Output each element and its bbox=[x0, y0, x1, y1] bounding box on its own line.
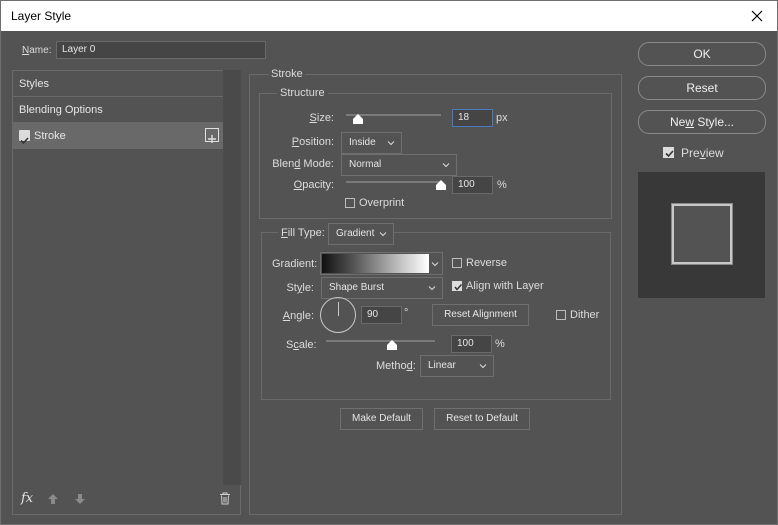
chevron-down-icon bbox=[431, 262, 439, 267]
reset-to-default-button[interactable]: Reset to Default bbox=[434, 408, 530, 430]
preview-checkbox[interactable] bbox=[663, 147, 674, 158]
size-input[interactable]: 18 bbox=[452, 109, 493, 127]
gradient-picker[interactable] bbox=[320, 252, 443, 275]
move-up-icon[interactable] bbox=[47, 493, 59, 505]
opacity-input[interactable]: 100 bbox=[452, 176, 493, 194]
reset-button[interactable]: Reset bbox=[638, 76, 766, 100]
new-style-button[interactable]: New Style... bbox=[638, 110, 766, 134]
angle-unit: ° bbox=[404, 307, 409, 319]
title-bar: Layer Style bbox=[0, 0, 778, 31]
size-unit: px bbox=[496, 112, 508, 124]
fill-type-value: Gradient bbox=[336, 228, 375, 239]
checkmark-icon bbox=[20, 137, 29, 145]
chevron-down-icon bbox=[387, 141, 395, 146]
opacity-slider-thumb[interactable] bbox=[436, 180, 446, 190]
stroke-group-title: Stroke bbox=[269, 68, 305, 80]
dither-label: Dither bbox=[570, 309, 600, 321]
blend-mode-dropdown[interactable]: Normal bbox=[341, 154, 457, 176]
chevron-down-icon bbox=[442, 163, 450, 168]
move-down-icon[interactable] bbox=[74, 493, 86, 505]
opacity-unit: % bbox=[497, 179, 507, 191]
overprint-label: Overprint bbox=[359, 197, 405, 209]
fill-type-label: Fill Type: bbox=[278, 227, 328, 239]
scale-input[interactable]: 100 bbox=[451, 335, 492, 353]
window-title: Layer Style bbox=[11, 9, 72, 23]
sidebar-item-label: Blending Options bbox=[19, 104, 103, 116]
align-with-layer-checkbox[interactable] bbox=[452, 281, 463, 291]
align-with-layer-label: Align with Layer bbox=[466, 280, 544, 292]
stroke-checkbox[interactable] bbox=[19, 130, 30, 145]
structure-group-title: Structure bbox=[277, 87, 328, 99]
chevron-down-icon bbox=[379, 232, 387, 237]
styles-list-panel: Styles Blending Options Stroke fx bbox=[12, 70, 241, 515]
add-stroke-button[interactable] bbox=[205, 128, 219, 143]
name-label: Name: bbox=[22, 45, 52, 56]
reset-alignment-button[interactable]: Reset Alignment bbox=[432, 304, 529, 326]
angle-dial[interactable] bbox=[320, 297, 356, 333]
blend-mode-value: Normal bbox=[349, 159, 382, 170]
close-button[interactable] bbox=[737, 1, 777, 31]
opacity-label: Opacity: bbox=[293, 179, 334, 191]
chevron-down-icon bbox=[428, 286, 436, 291]
size-slider-thumb[interactable] bbox=[353, 114, 363, 124]
styles-list-scrollbar[interactable] bbox=[223, 70, 241, 485]
overprint-checkbox[interactable] bbox=[345, 198, 355, 208]
angle-label: Angle: bbox=[282, 310, 314, 322]
fill-type-dropdown[interactable]: Gradient bbox=[328, 223, 394, 245]
method-label: Method: bbox=[376, 360, 416, 372]
scale-label: Scale: bbox=[286, 339, 317, 351]
sidebar-item-label: Stroke bbox=[34, 130, 66, 142]
scale-unit: % bbox=[495, 338, 505, 350]
close-icon bbox=[751, 10, 763, 22]
preview-square bbox=[671, 203, 733, 265]
sidebar-item-stroke[interactable]: Stroke bbox=[13, 123, 223, 149]
method-value: Linear bbox=[428, 360, 456, 371]
plus-icon bbox=[208, 135, 216, 143]
position-dropdown[interactable]: Inside bbox=[341, 132, 402, 154]
angle-input[interactable]: 90 bbox=[361, 306, 402, 324]
reverse-label: Reverse bbox=[466, 257, 507, 269]
chevron-down-icon bbox=[479, 364, 487, 369]
sidebar-item-label: Styles bbox=[19, 78, 49, 90]
checkmark-icon bbox=[665, 150, 674, 158]
style-label: Style: bbox=[286, 282, 314, 294]
sidebar-item-styles[interactable]: Styles bbox=[13, 71, 223, 97]
style-value: Shape Burst bbox=[329, 282, 385, 293]
opacity-slider-track[interactable] bbox=[346, 181, 441, 183]
scale-slider-thumb[interactable] bbox=[387, 340, 397, 350]
style-dropdown[interactable]: Shape Burst bbox=[321, 277, 443, 299]
sidebar-item-blending-options[interactable]: Blending Options bbox=[13, 97, 223, 123]
checkmark-icon bbox=[454, 283, 463, 291]
blend-mode-label: Blend Mode: bbox=[272, 158, 334, 170]
angle-dial-needle bbox=[338, 302, 339, 316]
position-label: Position: bbox=[291, 136, 334, 148]
dither-checkbox[interactable] bbox=[556, 310, 566, 320]
gradient-label: Gradient: bbox=[272, 258, 318, 270]
method-dropdown[interactable]: Linear bbox=[420, 355, 494, 377]
style-preview-thumbnail bbox=[638, 172, 765, 298]
make-default-button[interactable]: Make Default bbox=[340, 408, 423, 430]
fx-button[interactable]: fx bbox=[21, 491, 33, 506]
scale-slider-track[interactable] bbox=[326, 340, 435, 342]
ok-button[interactable]: OK bbox=[638, 42, 766, 66]
position-value: Inside bbox=[349, 137, 376, 148]
gradient-preview-swatch[interactable] bbox=[322, 254, 429, 273]
name-field[interactable]: Layer 0 bbox=[56, 41, 266, 59]
reverse-checkbox[interactable] bbox=[452, 258, 462, 268]
preview-label: Preview bbox=[681, 146, 724, 160]
size-label: Size: bbox=[309, 112, 334, 124]
trash-icon[interactable] bbox=[219, 492, 231, 505]
